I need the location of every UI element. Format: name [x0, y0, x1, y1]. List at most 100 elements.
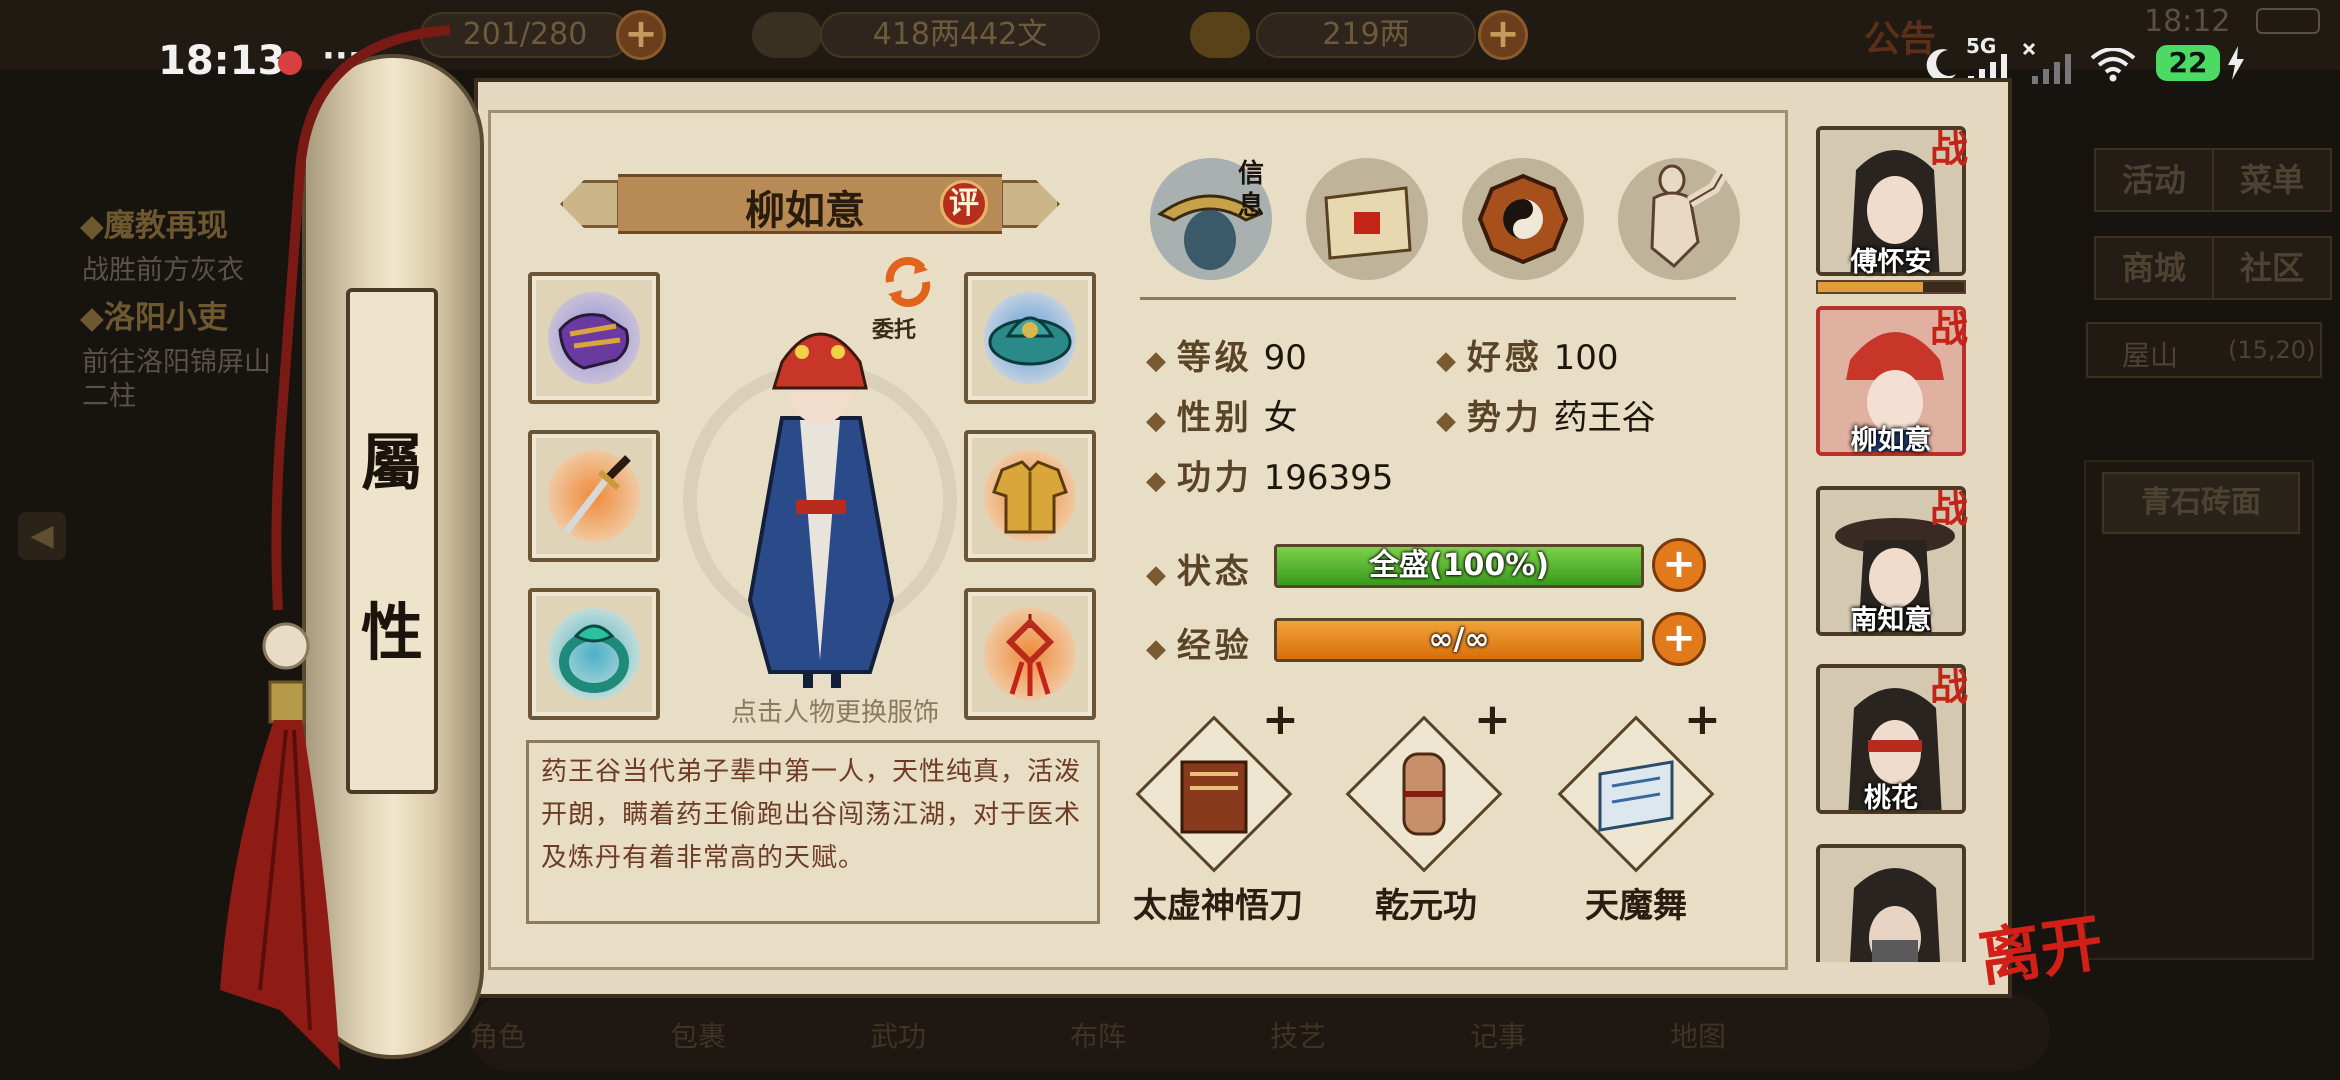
leave-button[interactable]: 离开 [1972, 892, 2107, 998]
location-box: 屋山 (15,20) [2086, 322, 2322, 378]
name-banner: 柳如意 评 [560, 170, 1060, 238]
fight-badge: 战 [1930, 664, 1969, 709]
stat-level-label: 等级 [1176, 338, 1253, 378]
entrust-icon[interactable] [880, 254, 936, 310]
collapse-arrow-icon[interactable]: ◀ [18, 512, 66, 560]
stat-gender-value: 女 [1263, 398, 1298, 438]
stat-gender-label: 性别 [1176, 398, 1253, 438]
stat-level-value: 90 [1263, 338, 1307, 378]
outfit-hint: 点击人物更换服饰 [730, 698, 939, 728]
capacity-add-button[interactable]: + [616, 10, 666, 60]
stat-state: ◆ 状态 [1146, 544, 1253, 593]
stat-exp-label: 经验 [1176, 626, 1253, 666]
side-item-panel: 青石砖面 [2084, 460, 2314, 960]
skill-3-add-icon[interactable]: + [1684, 694, 1721, 745]
bottom-martial-tab[interactable]: 武功 [870, 1015, 926, 1055]
equip-slot-accessory[interactable] [964, 588, 1096, 720]
tassel-icon [220, 25, 451, 1070]
roster-card[interactable] [1816, 844, 1966, 962]
stat-affinity-label: 好感 [1466, 338, 1543, 378]
tab-bagua[interactable] [1462, 158, 1584, 280]
charging-icon [2228, 46, 2244, 80]
diamond-icon: ◆ [1146, 634, 1166, 664]
exp-bar: ∞/∞ [1274, 618, 1644, 662]
signal-2-icon [2022, 42, 2071, 84]
item-box[interactable]: 青石砖面 [2102, 472, 2300, 534]
diamond-icon: ◆ [1146, 346, 1166, 376]
menu-shop-button[interactable]: 商城 [2094, 236, 2214, 300]
skill-1-add-icon[interactable]: + [1262, 694, 1299, 745]
stat-power-value: 196395 [1263, 458, 1394, 498]
fight-badge: 战 [1930, 486, 1969, 531]
gold-add-button[interactable]: + [1478, 10, 1528, 60]
equip-slot-armor[interactable] [964, 430, 1096, 562]
state-plus-button[interactable]: + [1652, 538, 1706, 592]
menu-main-button[interactable]: 菜单 [2212, 148, 2332, 212]
silver-icon [752, 12, 822, 58]
character-avatar [1820, 848, 1962, 962]
bottom-journal-tab[interactable]: 记事 [1470, 1015, 1526, 1055]
gloves-icon [558, 313, 630, 370]
wifi-icon [2090, 48, 2136, 82]
character-name: 柳如意 [745, 188, 865, 234]
gold-icon [1190, 12, 1250, 58]
state-bar: 全盛(100%) [1274, 544, 1644, 588]
battery-level: 22 [2156, 45, 2220, 81]
armor-icon [992, 460, 1068, 534]
bottom-map-tab[interactable]: 地图 [1670, 1015, 1726, 1055]
roster-name: 南知意 [1850, 605, 1932, 636]
menu-community-button[interactable]: 社区 [2212, 236, 2332, 300]
stats-divider [1140, 297, 1736, 300]
stat-exp: ◆ 经验 [1146, 618, 1253, 667]
stat-faction-label: 势力 [1466, 398, 1543, 438]
diamond-icon: ◆ [1146, 406, 1166, 436]
location-name: 屋山 [2122, 339, 2179, 372]
bagua-icon [1477, 173, 1569, 265]
roster-name: 傅怀安 [1850, 247, 1932, 278]
stat-power-label: 功力 [1176, 458, 1253, 498]
diamond-icon: ◆ [1436, 346, 1456, 376]
menu-activity-button[interactable]: 活动 [2094, 148, 2214, 212]
stat-affinity-value: 100 [1553, 338, 1619, 378]
fight-badge: 战 [1930, 306, 1969, 351]
gold-counter: 219两 [1256, 12, 1476, 58]
bottom-bag-tab[interactable]: 包裹 [670, 1015, 726, 1055]
equip-slot-weapon[interactable] [528, 430, 660, 562]
diamond-icon: ◆ [1436, 406, 1456, 436]
stat-faction-value: 药王谷 [1553, 398, 1656, 438]
stat-state-label: 状态 [1176, 552, 1253, 592]
skill-3-name: 天魔舞 [1585, 886, 1687, 926]
silver-counter: 418两442文 [820, 12, 1100, 58]
roster-card-partial[interactable] [1812, 820, 1976, 962]
equip-slot-gloves[interactable] [528, 272, 660, 404]
character-description: 药王谷当代弟子辈中第一人，天性纯真，活泼开朗，瞒着药王偷跑出谷闯荡江湖，对于医术… [526, 740, 1100, 924]
exp-bar-fill: ∞/∞ [1277, 621, 1641, 659]
tab-physique[interactable] [1618, 158, 1740, 280]
roster-affinity-fill [1818, 282, 1924, 292]
character-portrait[interactable] [670, 300, 970, 690]
bottom-skill-tab[interactable]: 技艺 [1270, 1015, 1326, 1055]
rate-button[interactable]: 评 [940, 180, 988, 228]
equip-slot-hat[interactable] [964, 272, 1096, 404]
tab-info-label: 信息 [1237, 159, 1264, 221]
location-coords: (15,20) [2228, 336, 2316, 364]
roster-affinity-bar [1816, 280, 1966, 294]
skill-2-add-icon[interactable]: + [1474, 694, 1511, 745]
quest-desc-2b: 二柱 [82, 381, 136, 412]
bottom-formation-tab[interactable]: 布阵 [1070, 1015, 1126, 1055]
diamond-icon: ◆ [1146, 466, 1166, 496]
stat-faction: ◆ 势力 药王谷 [1436, 390, 1656, 439]
game-battery-icon [2256, 8, 2320, 34]
hat-icon [988, 316, 1072, 366]
roster-name: 桃花 [1864, 783, 1918, 814]
roster-name: 柳如意 [1850, 425, 1932, 456]
fight-badge: 战 [1930, 126, 1969, 171]
exp-plus-button[interactable]: + [1652, 612, 1706, 666]
tab-scroll[interactable] [1306, 158, 1428, 280]
banner-left-wing [560, 180, 620, 228]
stat-power: ◆ 功力 196395 [1146, 450, 1393, 499]
sword-icon [563, 455, 631, 535]
equip-slot-ring[interactable] [528, 588, 660, 720]
stat-gender: ◆ 性别 女 [1146, 390, 1298, 439]
stat-affinity: ◆ 好感 100 [1436, 330, 1619, 379]
